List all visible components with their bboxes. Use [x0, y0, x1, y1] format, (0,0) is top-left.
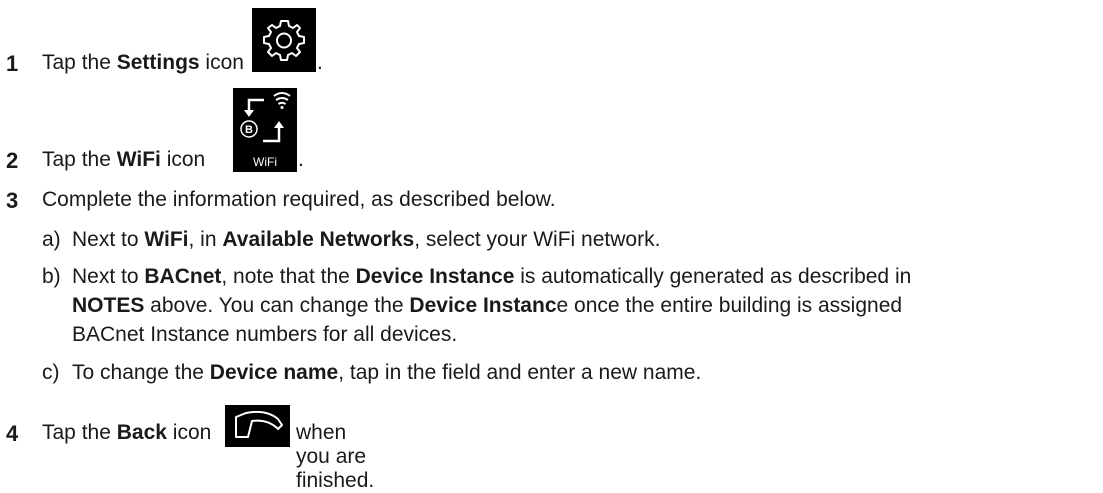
- text-segment: To change the: [72, 361, 210, 384]
- substep-line-2: NOTES above. You can change the Device I…: [72, 294, 902, 318]
- text-segment: is automatically generated as described …: [514, 265, 912, 288]
- step-trail: .: [298, 148, 304, 171]
- step-number: 3: [6, 188, 19, 213]
- text-segment: , in: [188, 228, 223, 251]
- bold-segment: Device Instanc: [409, 294, 557, 317]
- step-text-bold: WiFi: [116, 148, 161, 171]
- substep-letter: b): [42, 265, 61, 288]
- substep-letter: c): [42, 361, 60, 384]
- step-text: Tap the Settings icon: [42, 51, 244, 75]
- bold-segment: Device name: [209, 361, 339, 384]
- step-number: 2: [6, 148, 19, 173]
- step-text: Complete the information required, as de…: [42, 188, 556, 211]
- bold-segment: Device Instance: [355, 265, 515, 288]
- step-trail: when you are finished.: [296, 421, 375, 492]
- substep-text: To change the Device name, tap in the fi…: [72, 361, 701, 385]
- wifi-icon-label: WiFi: [253, 155, 277, 169]
- substep-line-1: Next to BACnet, note that the Device Ins…: [72, 265, 911, 289]
- bold-segment: NOTES: [72, 294, 145, 317]
- step-text-post: icon: [199, 51, 244, 74]
- step-text-bold: Back: [116, 421, 167, 444]
- step-number: 4: [6, 421, 19, 446]
- text-segment: Next to: [72, 265, 145, 288]
- text-segment: , tap in the field and enter a new name.: [338, 361, 702, 384]
- step-text-pre: Tap the: [42, 421, 117, 444]
- step-text-bold: Settings: [116, 51, 200, 74]
- svg-text:B: B: [245, 124, 253, 136]
- step-number: 1: [6, 51, 19, 76]
- step-text-post: icon: [160, 148, 206, 171]
- step-text-pre: Tap the: [42, 51, 117, 74]
- wifi-bacnet-icon[interactable]: B WiFi: [233, 88, 297, 172]
- bold-segment: WiFi: [144, 228, 189, 251]
- back-icon[interactable]: [225, 405, 290, 447]
- bold-segment: Available Networks: [222, 228, 415, 251]
- text-segment: e once the entire building is assigned: [556, 294, 903, 317]
- substep-line-3: BACnet Instance numbers for all devices.: [72, 323, 458, 346]
- bold-segment: BACnet: [144, 265, 222, 288]
- step-text-pre: Tap the: [42, 148, 117, 171]
- step-text-post: icon: [166, 421, 212, 444]
- step-text: Tap the WiFi icon: [42, 148, 205, 172]
- text-segment: , note that the: [221, 265, 356, 288]
- text-segment: , select your WiFi network.: [414, 228, 661, 251]
- gear-icon[interactable]: [252, 8, 316, 72]
- text-segment: above. You can change the: [144, 294, 410, 317]
- substep-text: Next to WiFi, in Available Networks, sel…: [72, 228, 660, 252]
- step-text: Tap the Back icon: [42, 421, 211, 445]
- text-segment: Next to: [72, 228, 145, 251]
- step-trail: .: [317, 51, 323, 74]
- substep-letter: a): [42, 228, 61, 251]
